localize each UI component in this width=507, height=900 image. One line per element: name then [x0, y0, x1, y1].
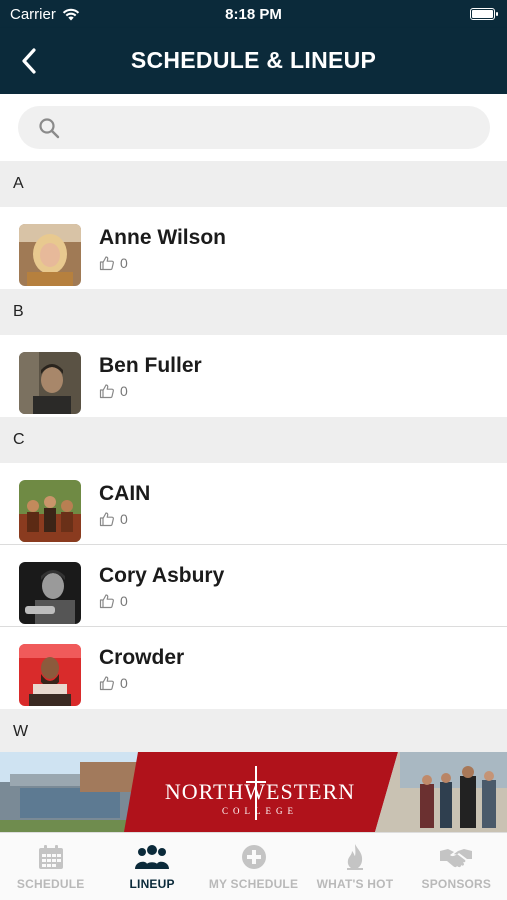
sponsor-logo-text: NORTHWESTERN — [164, 779, 356, 804]
sponsor-banner[interactable]: NORTHWESTERN COLLEGE — [0, 752, 507, 832]
like-count-value: 0 — [120, 511, 128, 527]
group-icon — [135, 845, 170, 869]
like-count-value: 0 — [120, 255, 128, 271]
clock: 8:18 PM — [225, 6, 282, 23]
artist-name: CAIN — [99, 482, 151, 505]
artist-photo — [19, 352, 81, 414]
section-header-c: C — [0, 417, 507, 463]
tab-my-schedule[interactable]: MY SCHEDULE — [203, 833, 304, 900]
tab-bar: SCHEDULE LINEUP MY SCHEDULE WHAT'S HOT S… — [0, 832, 507, 900]
tab-whats-hot[interactable]: WHAT'S HOT — [304, 833, 405, 900]
status-bar: Carrier 8:18 PM — [0, 0, 507, 28]
section-header-w: W — [0, 709, 507, 755]
artist-photo — [19, 644, 81, 706]
artist-name: Cory Asbury — [99, 564, 225, 587]
search-box[interactable] — [18, 106, 490, 149]
lineup-list: A Anne Wilson 0 B Ben Fuller 0 C CAIN 0 … — [0, 161, 507, 755]
artist-row[interactable]: CAIN 0 — [0, 463, 507, 545]
section-header-b: B — [0, 289, 507, 335]
thumbs-up-icon — [99, 594, 114, 609]
search-input[interactable] — [74, 106, 474, 149]
tab-schedule-label: SCHEDULE — [16, 877, 85, 891]
artist-row[interactable]: Cory Asbury 0 — [0, 545, 507, 627]
tab-my-schedule-label: MY SCHEDULE — [208, 877, 299, 891]
page-title: SCHEDULE & LINEUP — [130, 47, 377, 73]
tab-lineup[interactable]: LINEUP — [101, 833, 202, 900]
thumbs-up-icon — [99, 676, 114, 691]
handshake-icon — [440, 849, 473, 868]
flame-icon — [346, 844, 363, 870]
tab-whats-hot-label: WHAT'S HOT — [316, 877, 394, 891]
like-count-value: 0 — [120, 593, 128, 609]
artist-photo — [19, 480, 81, 542]
like-count-value: 0 — [120, 383, 128, 399]
like-count-value: 0 — [120, 675, 128, 691]
artist-row[interactable]: Crowder 0 — [0, 627, 507, 709]
artist-photo — [19, 562, 81, 624]
thumbs-up-icon — [99, 384, 114, 399]
like-count[interactable]: 0 — [99, 675, 128, 691]
calendar-icon — [38, 845, 63, 869]
plus-circle-icon — [241, 845, 266, 869]
navigation-bar: SCHEDULE & LINEUP — [0, 28, 507, 94]
artist-name: Crowder — [99, 646, 185, 669]
search-icon — [39, 118, 60, 139]
like-count[interactable]: 0 — [99, 511, 128, 527]
section-header-a: A — [0, 161, 507, 207]
tab-sponsors[interactable]: SPONSORS — [406, 833, 507, 900]
artist-name: Anne Wilson — [99, 226, 226, 249]
like-count[interactable]: 0 — [99, 255, 128, 271]
sponsor-logo-subtext: COLLEGE — [222, 806, 298, 816]
artist-name: Ben Fuller — [99, 354, 202, 377]
thumbs-up-icon — [99, 512, 114, 527]
battery-icon — [470, 8, 498, 20]
tab-lineup-label: LINEUP — [129, 877, 175, 891]
search-area — [0, 94, 507, 161]
tab-schedule[interactable]: SCHEDULE — [0, 833, 101, 900]
thumbs-up-icon — [99, 256, 114, 271]
artist-photo — [19, 224, 81, 286]
artist-row[interactable]: Anne Wilson 0 — [0, 207, 507, 289]
artist-row[interactable]: Ben Fuller 0 — [0, 335, 507, 417]
tab-sponsors-label: SPONSORS — [421, 877, 492, 891]
like-count[interactable]: 0 — [99, 593, 128, 609]
like-count[interactable]: 0 — [99, 383, 128, 399]
